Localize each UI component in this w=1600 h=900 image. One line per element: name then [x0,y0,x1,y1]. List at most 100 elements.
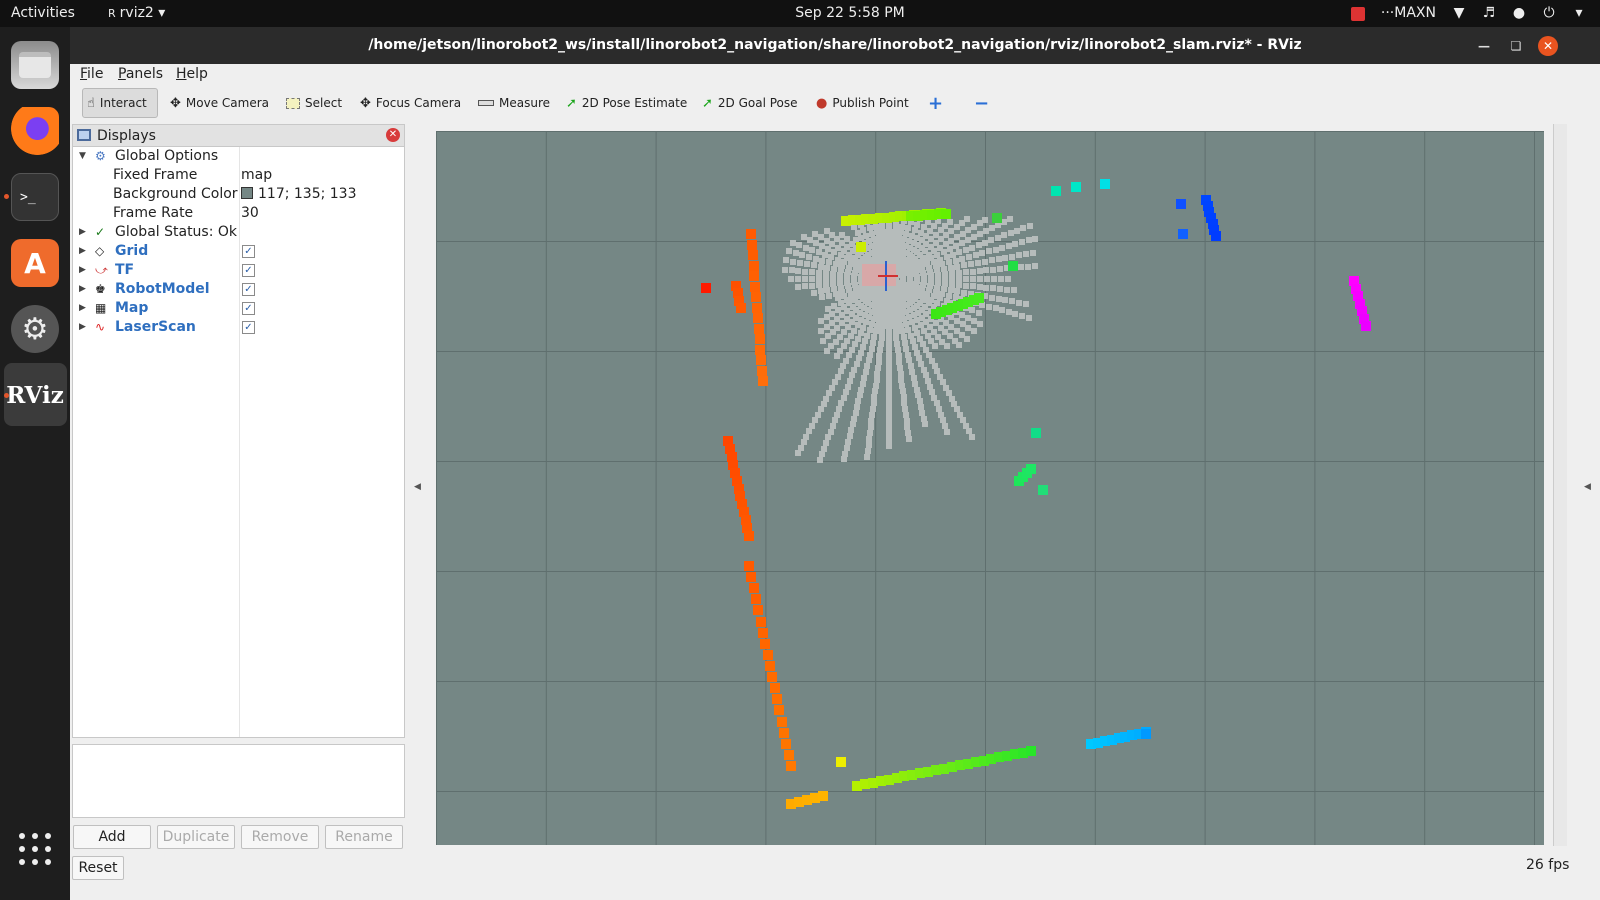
focus-camera-tool-button[interactable]: ✥ Focus Camera [360,88,461,118]
files-app-icon[interactable] [11,41,59,89]
map-cell [1009,254,1015,260]
power-mode-indicator[interactable]: ···MAXN [1381,0,1436,27]
map-cell [1018,264,1024,270]
map-cell [886,407,892,413]
scene-canvas[interactable] [436,131,1544,845]
map-cell [809,276,815,282]
chevron-down-icon[interactable]: ▼ [79,147,86,166]
background-color-value[interactable]: 117; 135; 133 [241,185,357,204]
window-titlebar[interactable]: /home/jetson/linorobot2_ws/install/linor… [70,27,1600,64]
chevron-right-icon[interactable]: ▶ [79,261,86,280]
map-cell [866,442,872,448]
show-apps-icon[interactable] [19,833,51,865]
volume-icon[interactable]: ♬ [1482,0,1496,27]
select-tool-button[interactable]: Select [286,88,342,118]
laser-scan-point [1026,464,1036,474]
rviz-app-icon[interactable]: RViz [6,371,64,419]
laser-scan-point [701,283,711,293]
render-viewport[interactable] [436,131,1544,845]
settings-app-icon[interactable]: ⚙ [11,305,59,353]
map-cell [947,246,953,252]
tree-row-frame-rate[interactable]: Frame Rate 30 [73,204,404,223]
chevron-right-icon[interactable]: ▶ [79,223,86,242]
grid-line [765,131,767,845]
map-cell [966,428,972,434]
power-icon[interactable]: ⏻ [1542,0,1556,27]
laser-scan-point [758,376,768,386]
remove-tool-icon[interactable]: − [974,88,989,118]
terminal-app-icon[interactable]: >_ [11,173,59,221]
right-dock-scrollbar[interactable] [1553,124,1567,846]
tree-row-map[interactable]: ▶ ▦ Map ✓ [73,299,404,318]
menu-panels[interactable]: Panels [118,66,163,82]
laser-scan-point [765,661,775,671]
collapse-left-panel-icon[interactable]: ◀ [414,482,421,492]
reset-button[interactable]: Reset [72,856,124,880]
grid-enabled-checkbox[interactable]: ✓ [242,245,255,258]
wifi-icon[interactable]: ▼ [1452,0,1466,27]
tree-row-fixed-frame[interactable]: Fixed Frame map [73,166,404,185]
menu-help[interactable]: Help [176,66,208,82]
duplicate-display-button[interactable]: Duplicate [157,825,235,849]
map-cell [818,328,824,334]
robotmodel-enabled-checkbox[interactable]: ✓ [242,283,255,296]
map-cell [783,257,789,263]
chevron-down-icon[interactable]: ▾ [1572,0,1586,27]
remove-display-button[interactable]: Remove [241,825,319,849]
close-icon[interactable]: ✕ [386,128,400,142]
map-cell [1025,264,1031,270]
tf-enabled-checkbox[interactable]: ✓ [242,264,255,277]
goal-pose-tool-button[interactable]: ➚ 2D Goal Pose [702,88,798,118]
system-tray[interactable]: ···MAXN ▼ ♬ ● ⏻ ▾ [1350,0,1586,27]
chevron-right-icon[interactable]: ▶ [79,242,86,261]
map-cell [845,439,851,445]
laser-scan-point [755,345,765,355]
collapse-right-panel-icon[interactable]: ◀ [1584,482,1591,492]
map-cell [934,368,940,374]
jetson-status-icon[interactable] [1350,6,1365,21]
menu-file[interactable]: File [80,66,103,82]
firefox-app-icon[interactable] [11,107,59,155]
close-icon[interactable]: ✕ [1538,36,1558,56]
move-camera-tool-button[interactable]: ✥ Move Camera [170,88,269,118]
laserscan-enabled-checkbox[interactable]: ✓ [242,321,255,334]
map-cell [886,365,892,371]
pose-estimate-tool-button[interactable]: ➚ 2D Pose Estimate [566,88,687,118]
tree-row-grid[interactable]: ▶ ◇ Grid ✓ [73,242,404,261]
tree-row-robotmodel[interactable]: ▶ ♚ RobotModel ✓ [73,280,404,299]
map-cell [901,334,907,340]
tree-row-tf[interactable]: ▶ ⤻ TF ✓ [73,261,404,280]
chevron-right-icon[interactable]: ▶ [79,318,86,337]
map-cell [861,375,867,381]
microphone-icon[interactable]: ● [1512,0,1526,27]
map-enabled-checkbox[interactable]: ✓ [242,302,255,315]
fixed-frame-value[interactable]: map [241,166,272,185]
tree-row-laserscan[interactable]: ▶ ∿ LaserScan ✓ [73,318,404,337]
map-cell [893,223,899,229]
chevron-right-icon[interactable]: ▶ [79,280,86,299]
map-cell [804,261,810,267]
laser-scan-point [1031,428,1041,438]
add-display-button[interactable]: Add [73,825,151,849]
map-cell [795,284,801,290]
maximize-icon[interactable]: ❏ [1506,36,1526,56]
publish-point-tool-button[interactable]: ● Publish Point [816,88,909,118]
chevron-right-icon[interactable]: ▶ [79,299,86,318]
select-box-icon [286,97,300,109]
tree-row-global-status[interactable]: ▶ ✓ Global Status: Ok [73,223,404,242]
tree-row-global-options[interactable]: ▼ ⚙ Global Options [73,147,404,166]
displays-tree: ▼ ⚙ Global Options Fixed Frame map Backg… [73,147,404,737]
frame-rate-value[interactable]: 30 [241,204,259,223]
map-cell [901,394,907,400]
rename-display-button[interactable]: Rename [325,825,403,849]
map-cell [959,240,965,246]
software-store-app-icon[interactable]: A [11,239,59,287]
measure-tool-button[interactable]: Measure [478,88,550,118]
minimize-icon[interactable]: — [1474,36,1494,56]
map-cell [911,375,917,381]
add-tool-icon[interactable]: + [928,88,943,118]
map-cell [886,425,892,431]
tree-row-background-color[interactable]: Background Color 117; 135; 133 [73,185,404,204]
interact-tool-button[interactable]: ☝ Interact [82,88,158,118]
map-cell [929,389,935,395]
